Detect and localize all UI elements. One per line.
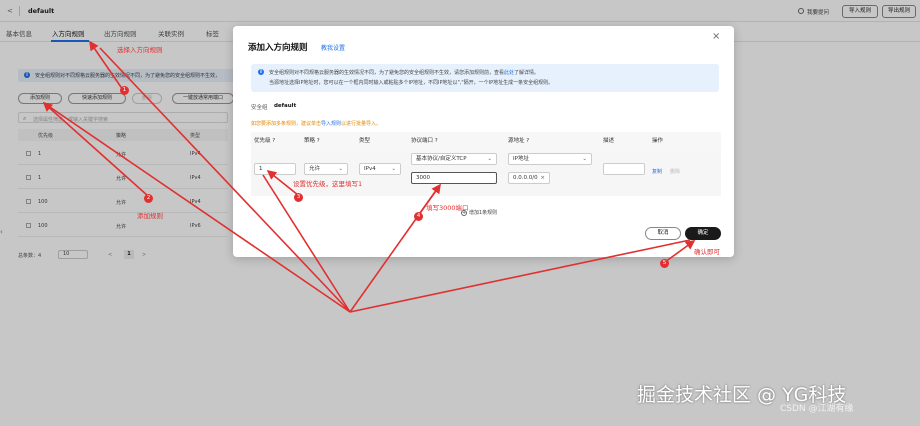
copy-rule-link[interactable]: 复制 bbox=[652, 168, 662, 175]
cancel-button[interactable]: 取消 bbox=[645, 227, 681, 240]
confirm-button[interactable]: 确定 bbox=[685, 227, 721, 240]
import-rules-link[interactable]: 导入规则 bbox=[321, 121, 341, 127]
protocol-select[interactable]: 基本协议/自定义TCP ⌄ bbox=[411, 153, 497, 165]
annotation-label: 填写3000端口 bbox=[426, 204, 469, 212]
step-badge: 3 bbox=[294, 193, 303, 202]
chevron-down-icon: ⌄ bbox=[338, 166, 343, 172]
watermark-sub: CSDN @江湖有缘 bbox=[780, 404, 854, 414]
type-select[interactable]: IPv4 ⌄ bbox=[359, 163, 401, 175]
step-badge: 4 bbox=[414, 212, 423, 221]
close-icon[interactable]: × bbox=[712, 31, 720, 42]
security-group-label: 安全组 bbox=[251, 105, 268, 111]
clear-icon[interactable]: × bbox=[540, 173, 545, 183]
chevron-down-icon: ⌄ bbox=[487, 156, 492, 162]
priority-input[interactable]: 1 bbox=[254, 163, 296, 175]
dialog-title: 添加入方向规则 bbox=[248, 43, 308, 53]
info-line-2: 当源地址选择IP地址时，您可以在一个框内同时输入或粘贴多个IP地址，不同IP地址… bbox=[269, 80, 554, 86]
source-ip-input[interactable]: 0.0.0.0/0 × bbox=[508, 172, 550, 184]
step-badge: 1 bbox=[120, 86, 129, 95]
info-line-1: 安全组规则对不同规格云服务器的生效情况不同，为了避免您的安全组规则不生效，请您添… bbox=[269, 70, 540, 76]
add-inbound-rule-dialog: 添加入方向规则 教我设置 × i 安全组规则对不同规格云服务器的生效情况不同，为… bbox=[233, 26, 734, 257]
step-badge: 5 bbox=[660, 259, 669, 268]
column-header: 协议端口 ? bbox=[411, 137, 438, 144]
rule-form-row: 1 允许 ⌄ IPv4 ⌄ 基本协议/自定义TCP ⌄ 3000 IP地址 ⌄ 0.0.… bbox=[251, 145, 721, 196]
delete-rule-link[interactable]: 删除 bbox=[670, 168, 680, 175]
column-header: 源地址 ? bbox=[508, 137, 530, 144]
column-header: 优先级 ? bbox=[254, 137, 276, 144]
bulk-import-hint: 如您要添加多条规则，建议单击导入规则以进行批量导入。 bbox=[251, 121, 382, 127]
column-header: 类型 bbox=[359, 137, 371, 144]
annotation-label: 选择入方向规则 bbox=[117, 46, 163, 54]
annotation-label: 添加规则 bbox=[137, 212, 163, 220]
column-header: 策略 ? bbox=[304, 137, 320, 144]
action-select[interactable]: 允许 ⌄ bbox=[304, 163, 348, 175]
description-input[interactable] bbox=[603, 163, 645, 175]
annotation-label: 设置优先级，这里填写1 bbox=[293, 180, 363, 188]
step-badge: 2 bbox=[144, 194, 153, 203]
port-input[interactable]: 3000 bbox=[411, 172, 497, 184]
dialog-info-banner: i 安全组规则对不同规格云服务器的生效情况不同，为了避免您的安全组规则不生效，请… bbox=[251, 64, 719, 92]
details-link[interactable]: 此处 bbox=[504, 70, 514, 76]
chevron-down-icon: ⌄ bbox=[582, 156, 587, 162]
chevron-down-icon: ⌄ bbox=[391, 166, 396, 172]
column-header: 描述 bbox=[603, 137, 615, 144]
rule-form-header: 优先级 ? 策略 ? 类型 协议端口 ? 源地址 ? 描述 操作 bbox=[251, 132, 721, 145]
source-type-select[interactable]: IP地址 ⌄ bbox=[508, 153, 592, 165]
info-icon: i bbox=[258, 69, 264, 75]
tutorial-link[interactable]: 教我设置 bbox=[321, 43, 345, 52]
collapse-handle-icon[interactable]: ‹ bbox=[0, 228, 3, 236]
column-header: 操作 bbox=[652, 137, 664, 144]
annotation-label: 确认即可 bbox=[694, 248, 720, 256]
security-group-value: default bbox=[274, 103, 297, 109]
